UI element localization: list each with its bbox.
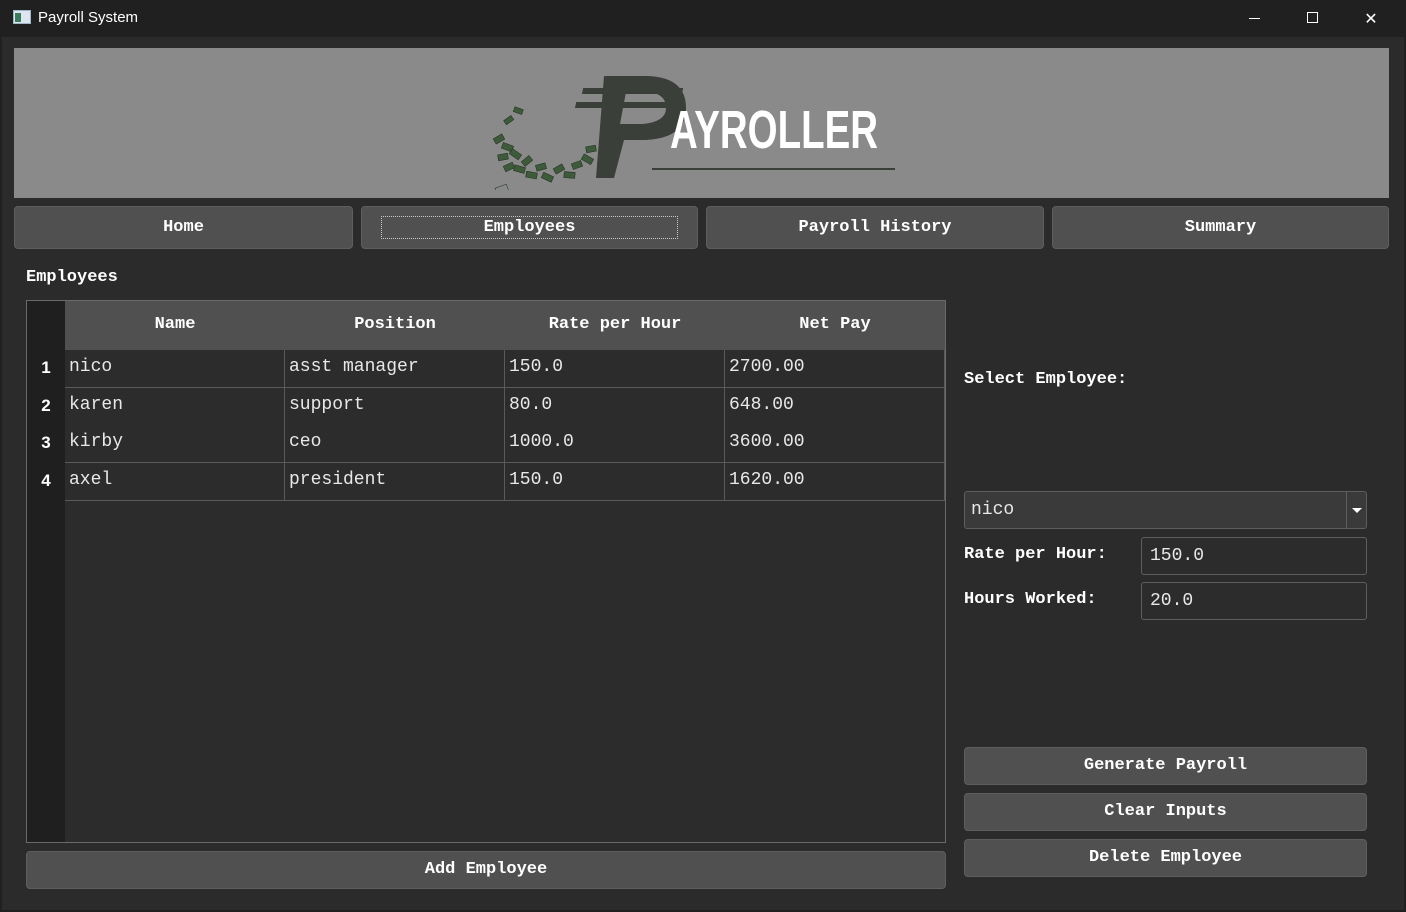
section-title: Employees xyxy=(26,268,118,287)
cell-name[interactable]: axel xyxy=(65,463,285,501)
cell-net-pay[interactable]: 2700.00 xyxy=(725,350,945,388)
nav-home-button[interactable]: Home xyxy=(14,206,353,249)
table-row[interactable]: 3 kirby ceo 1000.0 3600.00 xyxy=(27,425,945,463)
cell-position[interactable]: ceo xyxy=(285,425,505,463)
column-header-position[interactable]: Position xyxy=(285,301,505,350)
employee-select[interactable]: nico xyxy=(964,491,1367,529)
chevron-down-icon xyxy=(1352,508,1362,513)
column-header-name[interactable]: Name xyxy=(65,301,285,350)
minimize-button[interactable] xyxy=(1226,0,1284,37)
row-number[interactable]: 2 xyxy=(27,388,65,426)
dropdown-button[interactable] xyxy=(1346,492,1366,528)
cell-name[interactable]: karen xyxy=(65,388,285,426)
delete-employee-button[interactable]: Delete Employee xyxy=(964,839,1367,877)
hours-worked-field[interactable]: 20.0 xyxy=(1141,582,1367,620)
minimize-icon xyxy=(1249,18,1260,19)
clear-inputs-button[interactable]: Clear Inputs xyxy=(964,793,1367,831)
focus-ring: Employees xyxy=(381,216,678,239)
column-header-rate[interactable]: Rate per Hour xyxy=(505,301,725,350)
logo-underline xyxy=(652,168,895,170)
row-number[interactable]: 4 xyxy=(27,463,65,501)
nav-payroll-history-button[interactable]: Payroll History xyxy=(706,206,1044,249)
money-bills-decoration xyxy=(492,106,597,190)
select-employee-label: Select Employee: xyxy=(964,370,1128,389)
cell-net-pay[interactable]: 3600.00 xyxy=(725,425,945,463)
nav-employees-button[interactable]: Employees xyxy=(361,206,698,249)
close-button[interactable]: ✕ xyxy=(1342,0,1400,37)
maximize-icon xyxy=(1307,12,1318,23)
cell-rate[interactable]: 150.0 xyxy=(505,463,725,501)
cell-rate[interactable]: 150.0 xyxy=(505,350,725,388)
cell-name[interactable]: kirby xyxy=(65,425,285,463)
cell-position[interactable]: support xyxy=(285,388,505,426)
app-window-icon xyxy=(13,10,31,24)
window-title: Payroll System xyxy=(38,9,139,26)
nav-summary-button[interactable]: Summary xyxy=(1052,206,1389,249)
employees-table[interactable]: Name Position Rate per Hour Net Pay 1 ni… xyxy=(26,300,946,843)
employee-select-value: nico xyxy=(971,500,1015,520)
cell-net-pay[interactable]: 1620.00 xyxy=(725,463,945,501)
table-header: Name Position Rate per Hour Net Pay xyxy=(65,301,945,350)
cell-name[interactable]: nico xyxy=(65,350,285,388)
table-row[interactable]: 4 axel president 150.0 1620.00 xyxy=(27,463,945,501)
close-icon: ✕ xyxy=(1364,9,1378,28)
row-number[interactable]: 1 xyxy=(27,350,65,388)
table-row[interactable]: 2 karen support 80.0 648.00 xyxy=(27,388,945,426)
row-number[interactable]: 3 xyxy=(27,425,65,463)
rate-per-hour-label: Rate per Hour: xyxy=(964,545,1107,564)
rate-per-hour-field[interactable]: 150.0 xyxy=(1141,537,1367,575)
cell-net-pay[interactable]: 648.00 xyxy=(725,388,945,426)
banner: AYROLLER xyxy=(14,48,1389,198)
payroller-logo: AYROLLER xyxy=(492,76,895,190)
column-header-net-pay[interactable]: Net Pay xyxy=(725,301,945,350)
title-bar: Payroll System ✕ xyxy=(0,0,1406,37)
nav-employees-label: Employees xyxy=(483,218,576,237)
cell-rate[interactable]: 1000.0 xyxy=(505,425,725,463)
logo-text: AYROLLER xyxy=(670,100,878,160)
cell-position[interactable]: asst manager xyxy=(285,350,505,388)
add-employee-button[interactable]: Add Employee xyxy=(26,851,946,889)
hours-worked-label: Hours Worked: xyxy=(964,590,1097,609)
maximize-button[interactable] xyxy=(1284,0,1342,37)
cell-rate[interactable]: 80.0 xyxy=(505,388,725,426)
table-row[interactable]: 1 nico asst manager 150.0 2700.00 xyxy=(27,350,945,388)
cell-position[interactable]: president xyxy=(285,463,505,501)
generate-payroll-button[interactable]: Generate Payroll xyxy=(964,747,1367,785)
